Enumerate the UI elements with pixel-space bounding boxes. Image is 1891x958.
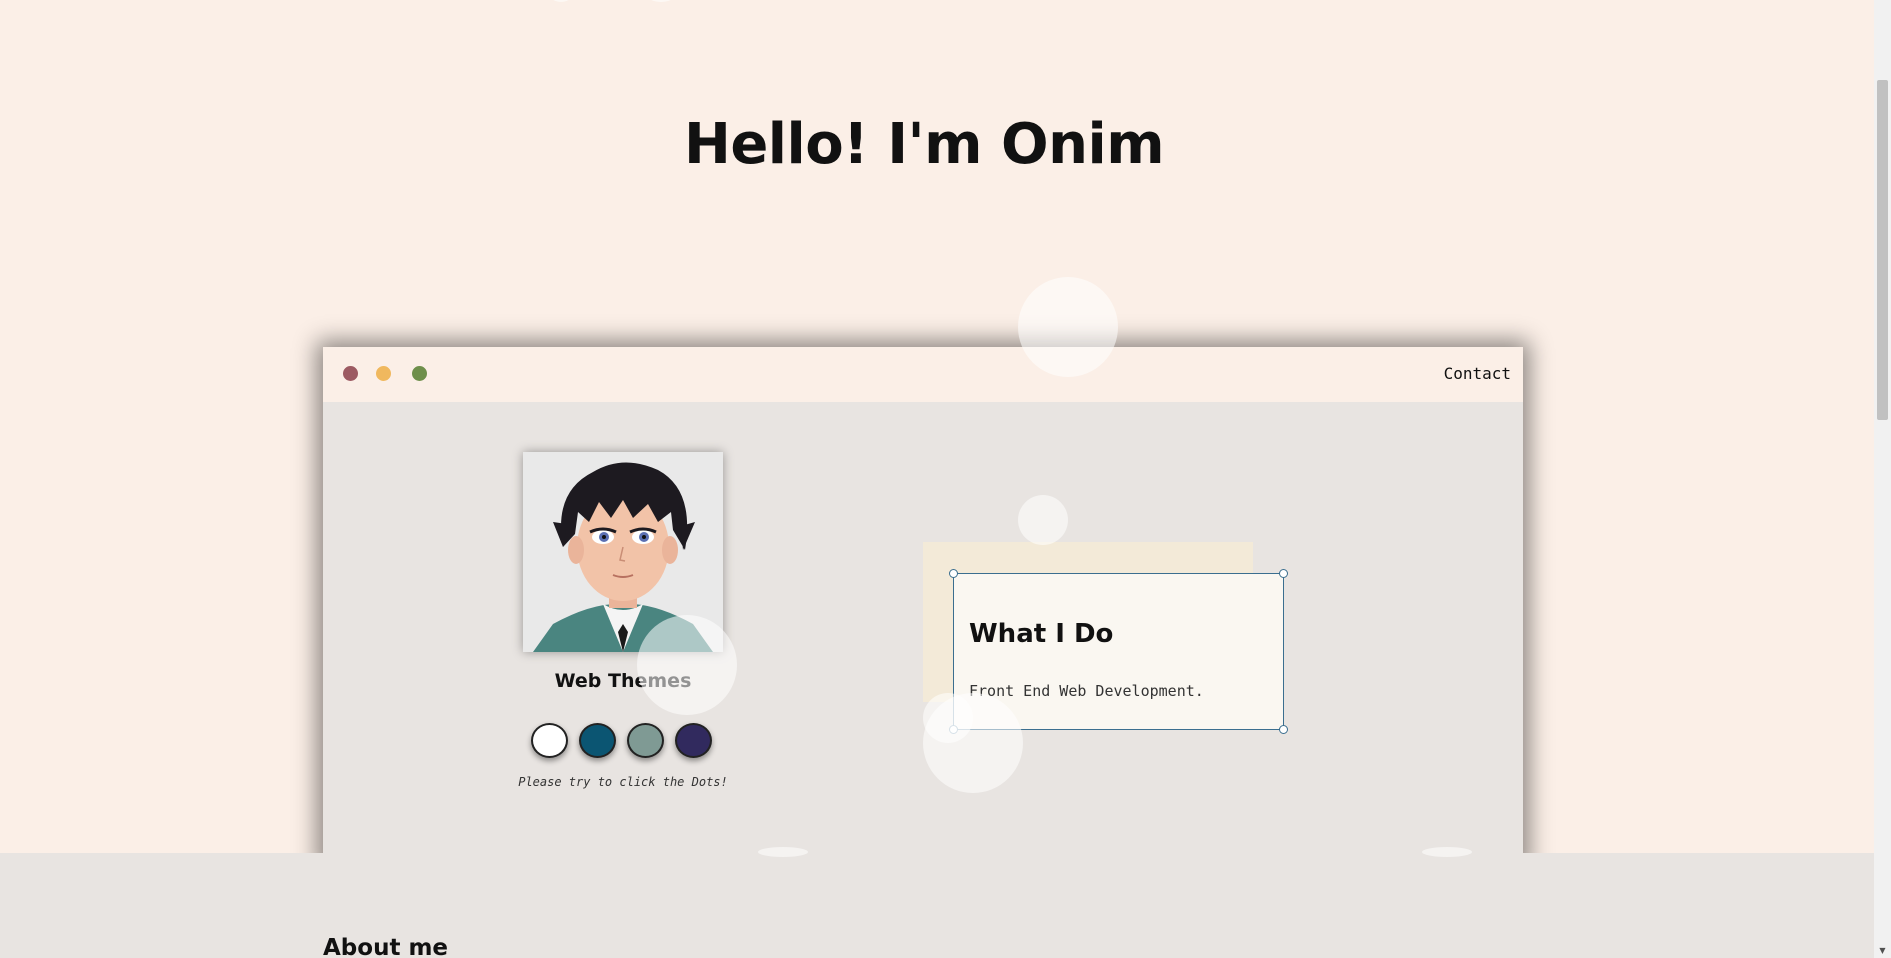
resize-handle-top-left[interactable] [949,569,958,578]
scroll-down-arrow-icon[interactable]: ▼ [1877,946,1888,956]
hero-title: Hello! I'm Onim [683,112,1165,177]
bubble-decoration [548,0,574,2]
bubble-decoration [923,693,973,743]
contact-link[interactable]: Contact [1444,364,1511,383]
scrollbar[interactable]: ▼ [1874,0,1891,958]
minimize-dot-icon[interactable] [376,366,391,381]
close-dot-icon[interactable] [343,366,358,381]
page: Hello! I'm Onim Contact Web Themes Pleas… [0,0,1874,958]
theme-hint-text: Please try to click the Dots! [518,775,728,789]
bubble-decoration [758,847,808,857]
resize-handle-top-right[interactable] [1279,569,1288,578]
theme-dot-purple[interactable] [675,723,712,758]
window-title-bar: Contact [323,347,1523,402]
maximize-dot-icon[interactable] [412,366,427,381]
theme-dot-sage[interactable] [627,723,664,758]
theme-dot-white[interactable] [531,723,568,758]
scrollbar-thumb[interactable] [1877,80,1888,420]
bubble-decoration [1422,847,1472,857]
resize-handle-bottom-right[interactable] [1279,725,1288,734]
bubble-decoration [637,615,737,715]
what-i-do-text: Front End Web Development. [969,682,1204,700]
bubble-decoration [1018,495,1068,545]
about-section: About me [0,847,1874,958]
browser-window-mockup: Contact Web Themes Please try to click t… [323,347,1523,867]
about-me-title: About me [323,935,449,958]
theme-dot-blue[interactable] [579,723,616,758]
bubble-decoration [1018,277,1118,377]
bubble-decoration [644,0,678,2]
what-i-do-title: What I Do [969,619,1114,649]
